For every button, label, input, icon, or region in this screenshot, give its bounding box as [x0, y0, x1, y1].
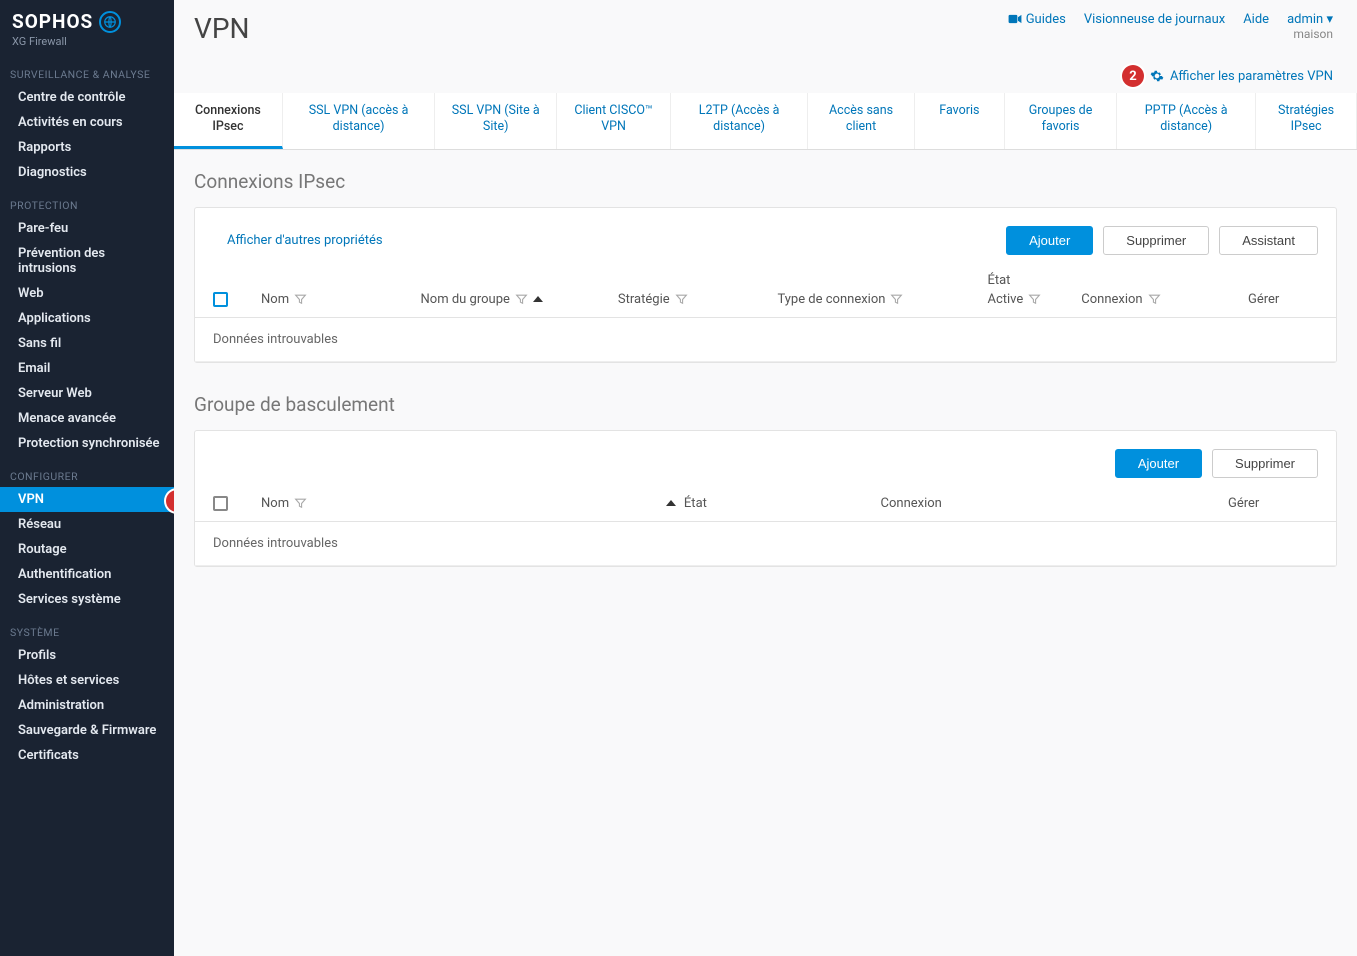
col-state-connection[interactable]: Connexion: [1081, 292, 1160, 307]
tab-pptp-acc-s-distance-[interactable]: PPTP (Accès à distance): [1117, 93, 1256, 149]
sidebar-item-sans-fil[interactable]: Sans fil: [0, 331, 174, 356]
sidebar-item-pare-feu[interactable]: Pare-feu: [0, 216, 174, 241]
show-more-props-link[interactable]: Afficher d'autres propriétés: [227, 233, 383, 248]
col-conntype[interactable]: Type de connexion: [777, 292, 979, 307]
tab-ssl-vpn-acc-s-distance-[interactable]: SSL VPN (accès à distance): [283, 93, 435, 149]
top-links: Guides Visionneuse de journaux Aide admi…: [1008, 12, 1333, 41]
sidebar-item-authentification[interactable]: Authentification: [0, 562, 174, 587]
show-vpn-settings-link[interactable]: Afficher les paramètres VPN: [1150, 69, 1333, 84]
top-bar: VPN Guides Visionneuse de journaux Aide …: [174, 0, 1357, 45]
tab-connexions-ipsec[interactable]: Connexions IPsec: [174, 93, 283, 149]
logviewer-link[interactable]: Visionneuse de journaux: [1084, 12, 1225, 27]
col-group[interactable]: Nom du groupe: [421, 292, 610, 307]
section-failover-title: Groupe de basculement: [194, 393, 1337, 416]
filter-icon: [1028, 293, 1041, 306]
tab-client-cisco-vpn[interactable]: Client CISCO™ VPN: [557, 93, 671, 149]
sidebar-item-h-tes-et-services[interactable]: Hôtes et services: [0, 668, 174, 693]
sort-asc-icon: [533, 296, 543, 302]
section-ipsec-title: Connexions IPsec: [194, 170, 1337, 193]
sidebar-item-activit-s-en-cours[interactable]: Activités en cours: [0, 110, 174, 135]
sidebar-item-sauvegarde-firmware[interactable]: Sauvegarde & Firmware: [0, 718, 174, 743]
page-title: VPN: [194, 12, 1008, 45]
sidebar-item-vpn[interactable]: VPN1: [0, 487, 174, 512]
brand-globe-icon: [99, 11, 121, 33]
sidebar-item-menace-avanc-e[interactable]: Menace avancée: [0, 406, 174, 431]
nav-section-title: SURVEILLANCE & ANALYSE: [0, 54, 174, 85]
col2-name[interactable]: Nom: [261, 496, 676, 511]
user-menu[interactable]: admin ▾ maison: [1287, 12, 1333, 41]
sidebar-item-diagnostics[interactable]: Diagnostics: [0, 160, 174, 185]
filter-icon: [1148, 293, 1161, 306]
ipsec-panel: Afficher d'autres propriétés Ajouter Sup…: [194, 207, 1337, 363]
sidebar-item-profils[interactable]: Profils: [0, 643, 174, 668]
sidebar-item-protection-synchronis-e[interactable]: Protection synchronisée: [0, 431, 174, 456]
failover-select-all-checkbox[interactable]: [213, 496, 228, 511]
failover-delete-button[interactable]: Supprimer: [1212, 449, 1318, 478]
filter-icon: [890, 293, 903, 306]
tab-l2tp-acc-s-distance-[interactable]: L2TP (Accès à distance): [671, 93, 808, 149]
brand-name: SOPHOS: [12, 10, 93, 33]
sidebar-item-services-syst-me[interactable]: Services système: [0, 587, 174, 612]
guides-link[interactable]: Guides: [1008, 12, 1065, 27]
col2-manage: Gérer: [1228, 496, 1318, 511]
nav-section-title: CONFIGURER: [0, 456, 174, 487]
sort-asc-icon: [666, 500, 676, 506]
tab-acc-s-sans-client[interactable]: Accès sans client: [808, 93, 915, 149]
sidebar-item-routage[interactable]: Routage: [0, 537, 174, 562]
brand-product: XG Firewall: [12, 35, 162, 48]
col-state-active[interactable]: Active: [987, 292, 1041, 307]
tab-bar: Connexions IPsecSSL VPN (accès à distanc…: [174, 93, 1357, 150]
sidebar-item-pr-vention-des-intrusions[interactable]: Prévention des intrusions: [0, 241, 174, 281]
sidebar-item-certificats[interactable]: Certificats: [0, 743, 174, 768]
sidebar-item-email[interactable]: Email: [0, 356, 174, 381]
nav-section-title: PROTECTION: [0, 185, 174, 216]
filter-icon: [515, 293, 528, 306]
tab-favoris[interactable]: Favoris: [915, 93, 1005, 149]
main-area: VPN Guides Visionneuse de journaux Aide …: [174, 0, 1357, 956]
ipsec-add-button[interactable]: Ajouter: [1006, 226, 1093, 255]
sidebar-item-web[interactable]: Web: [0, 281, 174, 306]
ipsec-wizard-button[interactable]: Assistant: [1219, 226, 1318, 255]
sidebar-item-r-seau[interactable]: Réseau: [0, 512, 174, 537]
tab-ssl-vpn-site-site-[interactable]: SSL VPN (Site à Site): [435, 93, 557, 149]
filter-icon: [294, 293, 307, 306]
sidebar: SOPHOS XG Firewall SURVEILLANCE & ANALYS…: [0, 0, 174, 956]
ipsec-select-all-checkbox[interactable]: [213, 292, 228, 307]
annotation-badge-2: 2: [1122, 65, 1144, 87]
sidebar-item-applications[interactable]: Applications: [0, 306, 174, 331]
col-state: État Active Connexion: [987, 273, 1240, 307]
annotation-badge-1: 1: [166, 490, 174, 512]
tab-strat-gies-ipsec[interactable]: Stratégies IPsec: [1256, 93, 1357, 149]
ipsec-delete-button[interactable]: Supprimer: [1103, 226, 1209, 255]
tab-groupes-de-favoris[interactable]: Groupes de favoris: [1005, 93, 1117, 149]
video-icon: [1008, 14, 1022, 24]
brand-logo: SOPHOS XG Firewall: [0, 0, 174, 54]
ipsec-empty-row: Données introuvables: [195, 318, 1336, 362]
failover-add-button[interactable]: Ajouter: [1115, 449, 1202, 478]
sidebar-item-rapports[interactable]: Rapports: [0, 135, 174, 160]
col2-connection: Connexion: [881, 496, 1220, 511]
sidebar-item-centre-de-contr-le[interactable]: Centre de contrôle: [0, 85, 174, 110]
nav-section-title: SYSTÈME: [0, 612, 174, 643]
help-link[interactable]: Aide: [1243, 12, 1269, 27]
col-name[interactable]: Nom: [261, 292, 413, 307]
sidebar-item-serveur-web[interactable]: Serveur Web: [0, 381, 174, 406]
filter-icon: [675, 293, 688, 306]
gear-icon: [1150, 69, 1164, 83]
sidebar-item-administration[interactable]: Administration: [0, 693, 174, 718]
chevron-down-icon: ▾: [1326, 12, 1333, 27]
failover-empty-row: Données introuvables: [195, 522, 1336, 566]
col2-state: État: [684, 496, 873, 511]
col-strategy[interactable]: Stratégie: [618, 292, 770, 307]
failover-panel: Ajouter Supprimer Nom État Connexion Gér…: [194, 430, 1337, 567]
filter-icon: [294, 497, 307, 510]
col-manage: Gérer: [1248, 292, 1318, 307]
